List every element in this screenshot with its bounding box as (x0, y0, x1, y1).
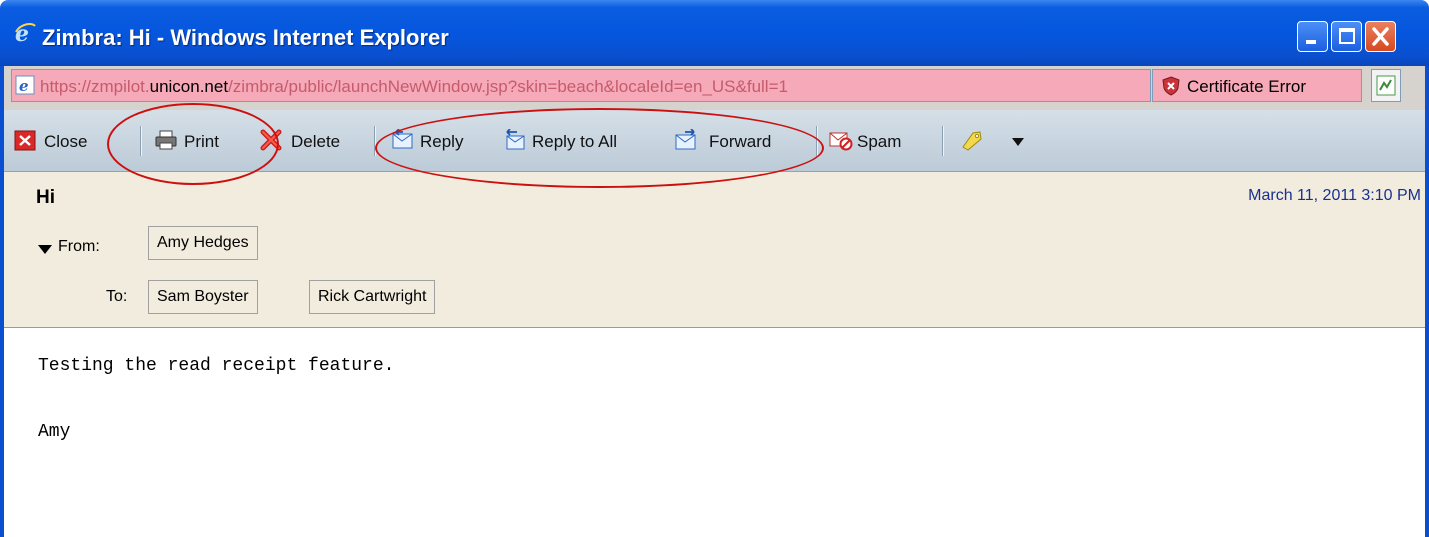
to-address-bubble[interactable]: Sam Boyster (148, 280, 258, 314)
spam-button[interactable]: Spam (827, 110, 927, 170)
ie-logo-icon: e (15, 22, 36, 44)
body-line: Testing the read receipt feature. (38, 356, 395, 376)
minimize-button[interactable] (1297, 21, 1328, 52)
reply-icon (392, 129, 413, 149)
to-address-bubble[interactable]: Rick Cartwright (309, 280, 436, 314)
forward-label: Forward (709, 132, 772, 151)
compatibility-button[interactable] (1371, 69, 1401, 102)
close-window-button[interactable] (1365, 21, 1396, 52)
expand-triangle-icon[interactable] (38, 245, 52, 254)
certificate-error-button[interactable]: Certificate Error (1152, 69, 1362, 102)
reply-all-icon (506, 129, 525, 150)
from-label: From: (58, 238, 100, 255)
delete-label: Delete (291, 132, 341, 151)
spam-icon (829, 132, 853, 151)
chevron-down-icon (1012, 138, 1024, 146)
delete-icon (260, 129, 282, 151)
toolbar-separator (942, 126, 943, 156)
url-prefix: https://zmpilot. (40, 77, 150, 96)
close-icon (1372, 27, 1389, 46)
svg-text:e: e (19, 77, 29, 95)
print-label: Print (184, 132, 219, 151)
message-date: March 11, 2011 3:10 PM (1248, 187, 1421, 204)
tag-menu-button[interactable] (956, 110, 1036, 170)
url-field[interactable]: e https://zmpilot.unicon.net/zimbra/publ… (11, 69, 1151, 102)
to-label: To: (106, 288, 128, 305)
close-button[interactable]: Close (9, 110, 129, 170)
reply-label: Reply (420, 132, 464, 151)
close-icon (14, 130, 36, 151)
url-suffix: /zimbra/public/launchNewWindow.jsp?skin=… (228, 77, 788, 96)
message-subject: Hi (36, 187, 55, 208)
message-header: Hi March 11, 2011 3:10 PM From: Amy Hedg… (4, 172, 1425, 328)
url-domain: unicon.net (149, 77, 229, 96)
forward-icon (675, 129, 696, 150)
minimize-icon (1306, 40, 1316, 44)
spam-label: Spam (857, 132, 902, 151)
printer-icon (155, 130, 177, 150)
from-address-bubble[interactable]: Amy Hedges (148, 226, 258, 260)
reply-to-all-label: Reply to All (532, 132, 618, 151)
print-button[interactable]: Print (152, 110, 247, 170)
address-bar: e https://zmpilot.unicon.net/zimbra/publ… (4, 66, 1425, 110)
title-bar: e Zimbra: Hi - Windows Internet Explorer (0, 0, 1429, 66)
toolbar-separator (816, 126, 817, 156)
maximize-button[interactable] (1331, 21, 1362, 52)
certificate-error-label: Certificate Error (1187, 77, 1307, 96)
reply-to-all-button[interactable]: Reply to All (498, 110, 658, 170)
body-line: Amy (38, 422, 71, 442)
message-toolbar: Close Print Delete Reply Reply to All Fo… (4, 110, 1425, 172)
window-title: Zimbra: Hi - Windows Internet Explorer (42, 25, 449, 50)
delete-button[interactable]: Delete (257, 110, 367, 170)
close-label: Close (44, 132, 88, 151)
window-frame-right (1425, 66, 1429, 537)
message-body: Testing the read receipt feature. Amy (4, 328, 1425, 537)
toolbar-separator (140, 126, 141, 156)
url-text: https://zmpilot.unicon.net/zimbra/public… (40, 77, 788, 97)
toolbar-separator (374, 126, 375, 156)
tag-icon (962, 131, 982, 151)
shield-error-icon (1162, 76, 1180, 96)
page-icon: e (15, 75, 35, 95)
maximize-icon (1339, 28, 1355, 44)
reply-button[interactable]: Reply (386, 110, 494, 170)
forward-button[interactable]: Forward (672, 110, 812, 170)
page-refresh-icon (1376, 75, 1396, 96)
